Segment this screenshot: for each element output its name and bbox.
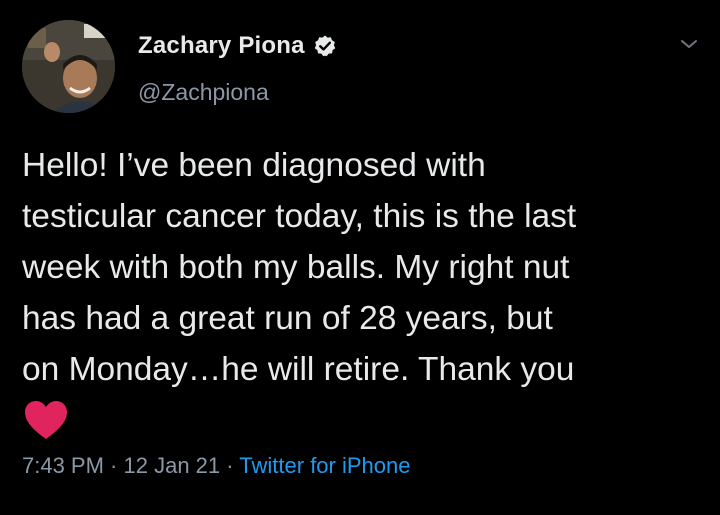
- tweet-source-link[interactable]: Twitter for iPhone: [239, 453, 410, 478]
- tweet-meta: 7:43 PM · 12 Jan 21 · Twitter for iPhone: [22, 453, 410, 479]
- verified-badge-icon: [313, 34, 337, 58]
- meta-separator: ·: [103, 453, 124, 478]
- profile-photo-avatar: [22, 20, 115, 113]
- red-heart-icon: [22, 398, 70, 442]
- display-name-row: Zachary Piona: [138, 30, 337, 62]
- tweet-text-line: has had a great run of 28 years, but: [22, 300, 553, 337]
- tweet-text: Hello! I’ve been diagnosed with testicul…: [22, 140, 708, 395]
- tweet-card: Zachary Piona @Zachpiona Hello! I’ve bee…: [0, 0, 720, 515]
- display-name[interactable]: Zachary Piona: [138, 32, 305, 60]
- tweet-date[interactable]: 12 Jan 21: [124, 453, 221, 478]
- tweet-text-line: Hello! I’ve been diagnosed with: [22, 147, 486, 184]
- tweet-text-line: on Monday…he will retire. Thank you: [22, 351, 575, 388]
- tweet-text-line: testicular cancer today, this is the las…: [22, 198, 577, 235]
- chevron-down-icon[interactable]: [679, 37, 699, 51]
- tweet-text-line: week with both my balls. My right nut: [22, 249, 570, 286]
- meta-separator: ·: [220, 453, 240, 478]
- tweet-time[interactable]: 7:43 PM: [22, 453, 104, 478]
- avatar[interactable]: [22, 20, 115, 113]
- user-handle[interactable]: @Zachpiona: [138, 79, 269, 106]
